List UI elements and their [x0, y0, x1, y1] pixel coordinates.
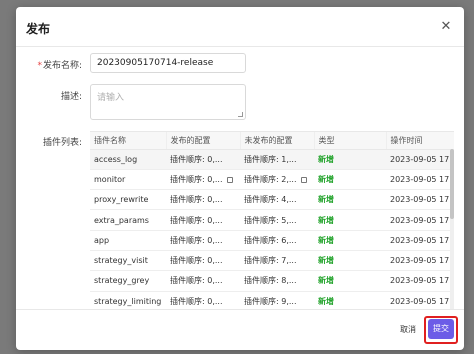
cell-published-config: 插件顺序: 0,... [166, 189, 240, 211]
cell-unpublished-config: 插件顺序: 9,... [240, 291, 314, 309]
cell-plugin-name: strategy_visit [90, 250, 166, 272]
cell-unpublished-config: 插件顺序: 2,... [240, 169, 314, 191]
cell-operation-time: 2023-09-05 17:... [386, 189, 454, 211]
table-row[interactable]: strategy_grey 插件顺序: 0,... 插件顺序: 8,... 新增… [90, 270, 454, 292]
col-header-operation-time: 操作时间 [385, 132, 454, 150]
cell-type: 新增 [314, 270, 386, 292]
cell-published-config: 插件顺序: 0,... [166, 169, 240, 191]
cell-plugin-name: app [90, 230, 166, 251]
resize-handle-icon[interactable] [238, 112, 243, 117]
cell-unpublished-config-text: 插件顺序: 2,... [244, 174, 297, 184]
cell-unpublished-config: 插件顺序: 1,... [240, 149, 314, 170]
cell-unpublished-config: 插件顺序: 6,... [240, 230, 314, 251]
table-row[interactable]: monitor 插件顺序: 0,... 插件顺序: 2,... 新增 2023-… [90, 169, 454, 191]
table-row[interactable]: extra_params 插件顺序: 0,... 插件顺序: 5,... 新增 … [90, 209, 454, 231]
table-row[interactable]: strategy_visit 插件顺序: 0,... 插件顺序: 7,... 新… [90, 250, 454, 272]
dialog-header: 发布 ✕ [16, 7, 464, 47]
col-header-type: 类型 [313, 132, 386, 150]
cell-published-config: 插件顺序: 0,... [166, 270, 240, 292]
plugins-table: 插件名称 发布的配置 未发布的配置 类型 操作时间 access_log 插件顺… [90, 131, 454, 309]
plugins-label: 插件列表: [42, 138, 82, 148]
cell-published-config-text: 插件顺序: 0,... [170, 174, 223, 184]
cell-published-config: 插件顺序: 0,... [166, 209, 240, 231]
table-row[interactable]: access_log 插件顺序: 0,... 插件顺序: 1,... 新增 20… [90, 149, 454, 170]
table-row[interactable]: proxy_rewrite 插件顺序: 0,... 插件顺序: 4,... 新增… [90, 189, 454, 211]
cell-operation-time: 2023-09-05 17:... [386, 230, 454, 251]
dialog-title: 发布 [26, 22, 51, 36]
cell-plugin-name: extra_params [90, 209, 166, 231]
publish-dialog: 发布 ✕ *发布名称: 20230905170714-release 描述: 请… [16, 7, 464, 350]
table-row[interactable]: strategy_limiting 插件顺序: 0,... 插件顺序: 9,..… [90, 291, 454, 309]
cell-type: 新增 [314, 169, 386, 191]
description-textarea[interactable]: 请输入 [90, 84, 246, 120]
cell-unpublished-config: 插件顺序: 4,... [240, 189, 314, 211]
description-label: 描述: [60, 92, 82, 102]
cell-unpublished-config: 插件顺序: 5,... [240, 209, 314, 231]
cell-operation-time: 2023-09-05 17:... [386, 149, 454, 170]
cell-plugin-name: strategy_grey [90, 270, 166, 292]
copy-icon[interactable] [300, 176, 307, 183]
cancel-button[interactable]: 取消 [394, 320, 422, 340]
cell-type: 新增 [314, 149, 386, 170]
close-icon[interactable]: ✕ [438, 19, 454, 35]
cell-type: 新增 [314, 189, 386, 211]
cell-type: 新增 [314, 209, 386, 231]
cell-operation-time: 2023-09-05 17:... [386, 291, 454, 309]
release-name-label: *发布名称: [20, 58, 82, 71]
cell-published-config: 插件顺序: 0,... [166, 230, 240, 251]
cell-unpublished-config: 插件顺序: 7,... [240, 250, 314, 272]
cell-plugin-name: monitor [90, 169, 166, 191]
cell-unpublished-config: 插件顺序: 8,... [240, 270, 314, 292]
col-header-plugin-name: 插件名称 [90, 132, 166, 150]
cell-plugin-name: proxy_rewrite [90, 189, 166, 211]
cell-operation-time: 2023-09-05 17:... [386, 270, 454, 292]
cell-published-config: 插件顺序: 0,... [166, 149, 240, 170]
cell-operation-time: 2023-09-05 17:... [386, 250, 454, 272]
cell-operation-time: 2023-09-05 17:... [386, 209, 454, 231]
release-name-input[interactable]: 20230905170714-release [90, 53, 246, 73]
submit-button[interactable]: 提交 [428, 319, 454, 339]
table-row[interactable]: app 插件顺序: 0,... 插件顺序: 6,... 新增 2023-09-0… [90, 230, 454, 251]
release-name-label-text: 发布名称: [42, 61, 82, 71]
col-header-published-config: 发布的配置 [165, 132, 240, 150]
cell-plugin-name: access_log [90, 149, 166, 170]
col-header-unpublished-config: 未发布的配置 [239, 132, 314, 150]
cell-type: 新增 [314, 291, 386, 309]
cell-plugin-name: strategy_limiting [90, 291, 166, 309]
cell-published-config: 插件顺序: 0,... [166, 250, 240, 272]
scrollbar-thumb[interactable] [450, 149, 454, 219]
table-header-row: 插件名称 发布的配置 未发布的配置 类型 操作时间 [90, 132, 454, 150]
copy-icon[interactable] [226, 176, 233, 183]
cell-type: 新增 [314, 250, 386, 272]
dialog-footer: 取消 提交 [16, 309, 464, 350]
cell-type: 新增 [314, 230, 386, 251]
description-placeholder: 请输入 [97, 93, 125, 103]
table-scrollbar[interactable] [450, 149, 454, 309]
cell-published-config: 插件顺序: 0,... [166, 291, 240, 309]
cell-operation-time: 2023-09-05 17:... [386, 169, 454, 191]
required-mark: * [37, 61, 42, 71]
